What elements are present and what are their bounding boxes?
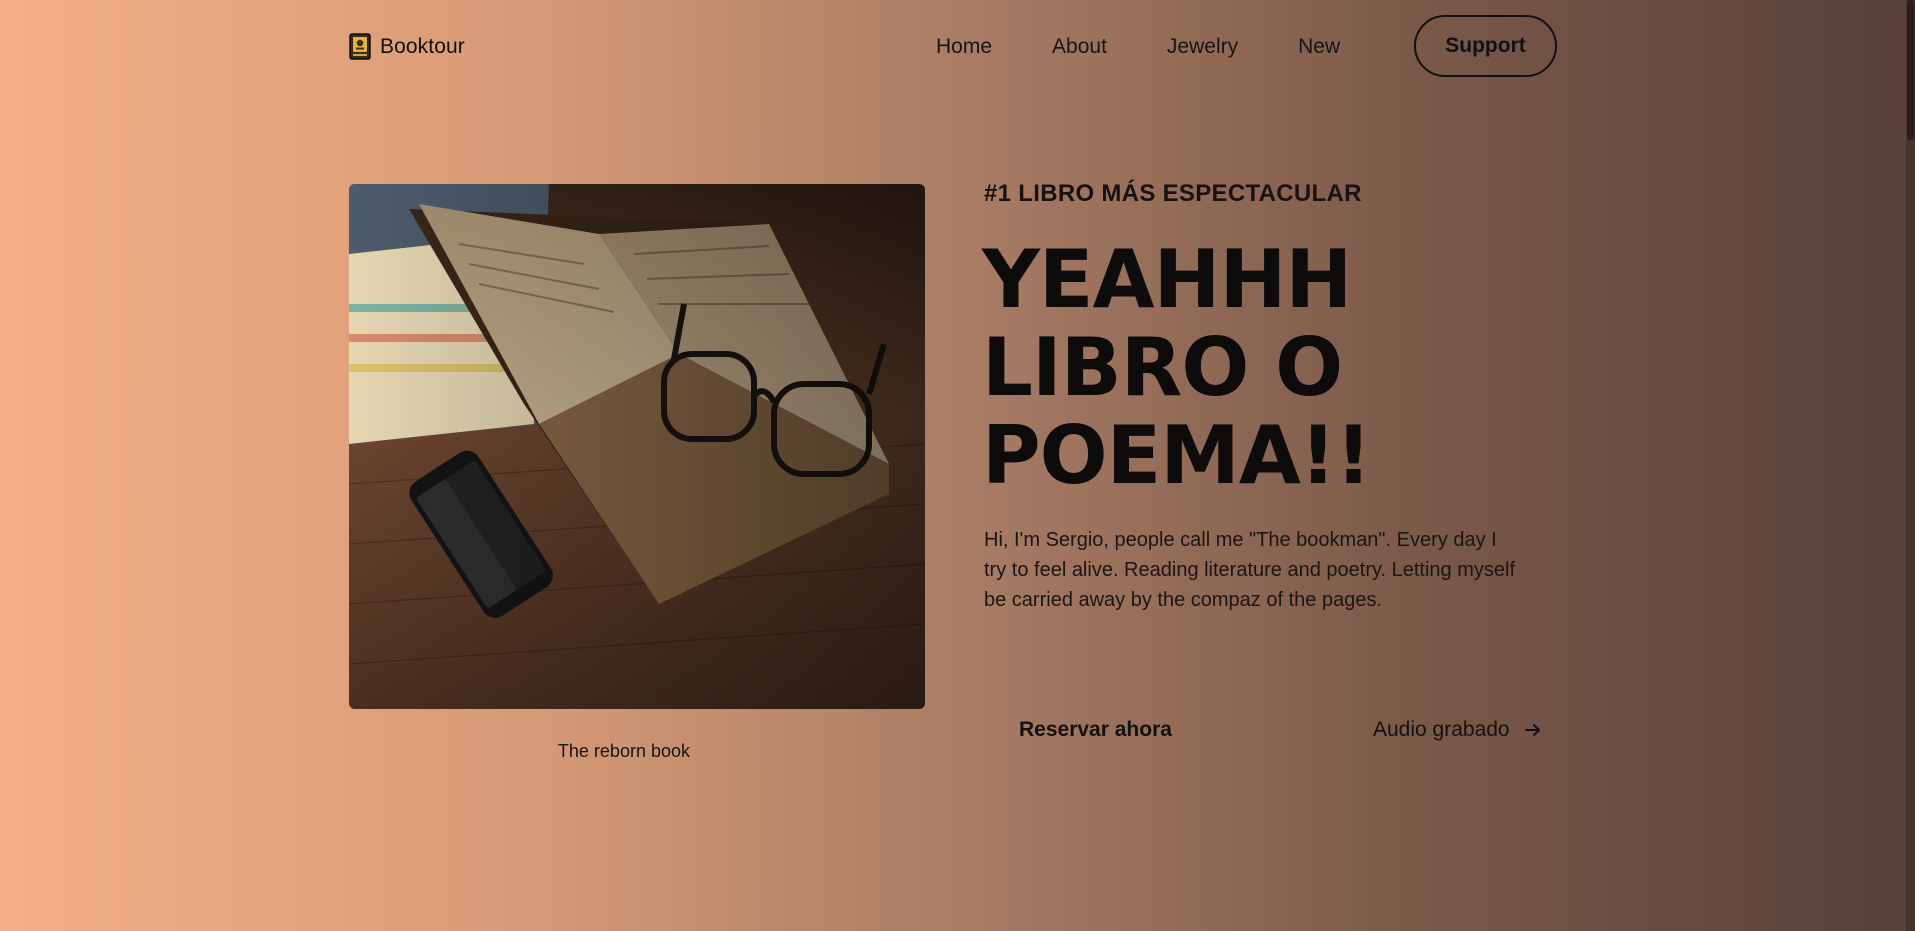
hero-headline: YEAHHH LIBRO O POEMA!! (982, 233, 1372, 502)
nav-link-new[interactable]: New (1298, 35, 1340, 59)
intro-paragraph: Hi, I'm Sergio, people call me "The book… (984, 529, 1516, 611)
nav-link-jewelry[interactable]: Jewelry (1167, 35, 1238, 59)
brand-logo-link[interactable]: Booktour (349, 33, 465, 60)
hero-image (349, 184, 925, 709)
reserve-now-button[interactable]: Reservar ahora (1019, 718, 1172, 742)
support-button[interactable]: Support (1414, 15, 1557, 77)
image-caption: The reborn book (557, 741, 690, 761)
brand-name: Booktour (380, 34, 465, 58)
nav-link-about[interactable]: About (1052, 35, 1107, 59)
headline-line: LIBRO O (982, 321, 1343, 414)
eyebrow-text: #1 LIBRO MÁS ESPECTACULAR (984, 180, 1362, 207)
scrollbar-thumb[interactable] (1907, 0, 1914, 140)
book-icon (349, 33, 371, 60)
book-glasses-phone-photo (349, 184, 925, 709)
nav-link-home[interactable]: Home (936, 35, 992, 59)
headline-line: POEMA!! (982, 409, 1372, 502)
arrow-right-icon (1524, 724, 1540, 736)
top-navigation: Booktour Home About Jewelry New Support (349, 15, 1559, 79)
headline-line: YEAHHH (982, 233, 1352, 326)
nav-links: Home About Jewelry New (936, 35, 1340, 59)
audio-recording-label: Audio grabado (1373, 718, 1510, 741)
audio-recording-link[interactable]: Audio grabado (1373, 718, 1542, 742)
scrollbar[interactable] (1906, 0, 1915, 931)
